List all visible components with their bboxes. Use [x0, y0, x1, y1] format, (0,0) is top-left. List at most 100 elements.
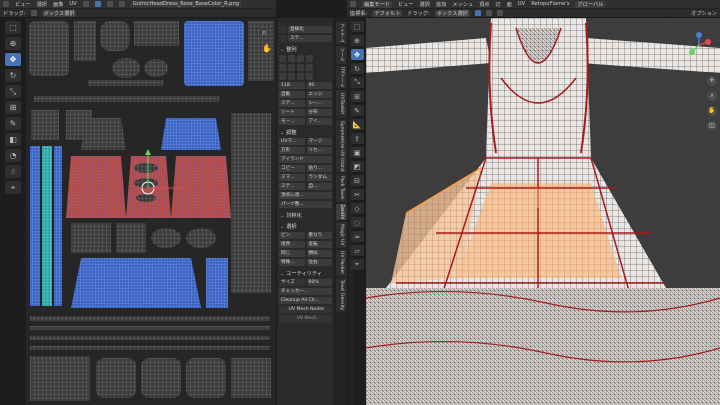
uv-mesh-button[interactable]: UV Mesh: [279, 315, 332, 322]
rip-tool-icon[interactable]: ⌖: [5, 181, 21, 194]
value-118-field[interactable]: 118: [279, 82, 305, 89]
auto-button[interactable]: 自動: [279, 91, 305, 98]
face-select-icon[interactable]: [118, 1, 125, 7]
snap-button[interactable]: 自...: [306, 183, 332, 190]
align-x-icon[interactable]: [279, 73, 286, 80]
split-button[interactable]: 分布: [306, 109, 332, 116]
vp-extrude-tool-icon[interactable]: ⇪: [350, 133, 364, 144]
align-right-icon[interactable]: [297, 55, 304, 62]
align-top-icon[interactable]: [306, 55, 313, 62]
vp-rotate-tool-icon[interactable]: ↻: [350, 63, 364, 74]
stitch-icon[interactable]: [279, 35, 286, 42]
align-center-icon[interactable]: [288, 55, 295, 62]
uv-menu-view[interactable]: ビュー: [15, 1, 31, 8]
copy-button[interactable]: コピー: [279, 165, 305, 172]
vp-annotate-tool-icon[interactable]: ✎: [350, 105, 364, 116]
axis-gizmo[interactable]: [686, 32, 712, 58]
uv-tab-zenuv[interactable]: ZenUV: [336, 204, 347, 220]
uv-tab-magic-uv[interactable]: Magic UV: [336, 222, 347, 248]
align-y-icon[interactable]: [288, 73, 295, 80]
image-name-field[interactable]: GothicHeadDress_Rose_BaseColor_R.png: [130, 1, 242, 7]
align-bottom-icon[interactable]: [279, 64, 286, 71]
sort-button[interactable]: ソート: [279, 109, 305, 116]
scale-tool-icon[interactable]: ⤡: [5, 85, 21, 98]
uv-tab-item[interactable]: アイテム: [336, 22, 347, 44]
uv-tab-uv-packer[interactable]: UV Packer: [336, 250, 347, 276]
vp-cursor-tool-icon[interactable]: ⊕: [350, 35, 364, 46]
vp-measure-tool-icon[interactable]: 📐: [350, 119, 364, 130]
similar-button[interactable]: 類似: [306, 250, 332, 257]
pinch-tool-icon[interactable]: ☝: [5, 165, 21, 178]
straighten2-button[interactable]: ステ...: [279, 183, 305, 190]
vp-menu-view[interactable]: ビュー: [398, 1, 414, 8]
uv-mirror-button[interactable]: UVマ...: [279, 138, 305, 145]
uv-tab-tool[interactable]: ツール: [336, 46, 347, 64]
3d-viewport[interactable]: ✛ ⌕ ✋ ◫: [366, 18, 720, 405]
uv-editor-canvas[interactable]: ⌕ ✋: [26, 18, 276, 405]
vp-move-tool-icon[interactable]: ✥: [350, 49, 364, 60]
uv-menu-uv[interactable]: UV: [69, 1, 76, 7]
vp-menu-face[interactable]: 面: [507, 1, 512, 8]
vp-knife-tool-icon[interactable]: ✂: [350, 189, 364, 200]
apply-vertex-button[interactable]: 頂点に適...: [279, 192, 332, 199]
vp-menu-select[interactable]: 選択: [420, 1, 430, 8]
section-select[interactable]: 選択: [280, 223, 332, 230]
vp-menu-uv[interactable]: UV: [518, 1, 525, 7]
annotate-tool-icon[interactable]: ✎: [5, 117, 21, 130]
align-cursor-icon[interactable]: [297, 73, 304, 80]
edge-select-icon[interactable]: [106, 1, 113, 7]
editor-type-icon[interactable]: [3, 1, 9, 7]
vp-menu-mesh[interactable]: メッシュ: [452, 1, 473, 8]
straighten-icon[interactable]: [279, 26, 286, 33]
drag-tool-icon[interactable]: [30, 10, 37, 16]
align-left-icon[interactable]: [279, 55, 286, 62]
uv-tab-pack-tools[interactable]: Pack Tools: [336, 174, 347, 202]
vp-smooth-tool-icon[interactable]: ≈: [350, 231, 364, 242]
pan-icon[interactable]: ✋: [262, 44, 272, 54]
vp-polybuild-tool-icon[interactable]: ◇: [350, 203, 364, 214]
camera-icon[interactable]: ◫: [707, 121, 717, 131]
mode-dropdown[interactable]: 編集モード: [362, 0, 392, 8]
stitch-button[interactable]: ステ...: [288, 35, 332, 42]
uv-mesh-nodes-header[interactable]: UV Mesh Nodes: [279, 306, 332, 313]
vp-loopcut-tool-icon[interactable]: ⊟: [350, 175, 364, 186]
uv-menu-select[interactable]: 選択: [37, 1, 47, 8]
zoom-icon[interactable]: ⌕: [262, 28, 272, 38]
seam-button[interactable]: シー...: [306, 100, 332, 107]
vp-edge-mode-icon[interactable]: [485, 10, 492, 16]
vp-shear-tool-icon[interactable]: ▱: [350, 245, 364, 256]
vp-select-box-dropdown[interactable]: ボックス選択: [434, 9, 470, 17]
size-field[interactable]: 60%: [306, 279, 332, 286]
distribute-v-icon[interactable]: [306, 64, 313, 71]
vp-menu-edge[interactable]: 辺: [495, 1, 500, 8]
island-button[interactable]: アイ...: [306, 118, 332, 125]
vp-menu-vertex[interactable]: 頂点: [479, 1, 489, 8]
section-adjust[interactable]: 調整: [280, 129, 332, 136]
move-tool-icon[interactable]: ✥: [5, 53, 21, 66]
value-90-field[interactable]: 90: [306, 82, 332, 89]
pan-view-icon[interactable]: ✋: [707, 106, 717, 116]
reset-button[interactable]: リセ...: [306, 147, 332, 154]
select-box-tool-icon[interactable]: ⬚: [5, 21, 21, 34]
uv-menu-image[interactable]: 画像: [53, 1, 63, 8]
flip-button[interactable]: 反転: [306, 241, 332, 248]
orbit-icon[interactable]: ✛: [707, 76, 717, 86]
viewport-editor-type-icon[interactable]: [350, 1, 356, 7]
transform-tool-icon[interactable]: ⊞: [5, 101, 21, 114]
part-align-button[interactable]: パーツ整...: [279, 201, 332, 208]
overlap-button[interactable]: 重なり: [306, 232, 332, 239]
lr-button[interactable]: 左右: [306, 259, 332, 266]
vp-bevel-tool-icon[interactable]: ◩: [350, 161, 364, 172]
edge-button[interactable]: エッジ: [306, 91, 332, 98]
vp-select-tool-icon[interactable]: ⬚: [350, 21, 364, 32]
uv-tab-symmetrize[interactable]: Symmetrize UV Island: [336, 120, 347, 172]
seal-button[interactable]: ステ...: [279, 100, 305, 107]
vp-vertex-mode-icon[interactable]: [474, 10, 481, 16]
vp-spin-tool-icon[interactable]: ◌: [350, 217, 364, 228]
section-symmetry[interactable]: 対称化: [280, 212, 332, 219]
orientation-dropdown[interactable]: グローバル: [575, 0, 606, 8]
uv-tab-texel-density[interactable]: Texel Density: [336, 278, 347, 312]
same-button[interactable]: 同じ: [279, 250, 305, 257]
sync-selection-icon[interactable]: [82, 1, 89, 7]
relax-tool-icon[interactable]: ◔: [5, 149, 21, 162]
